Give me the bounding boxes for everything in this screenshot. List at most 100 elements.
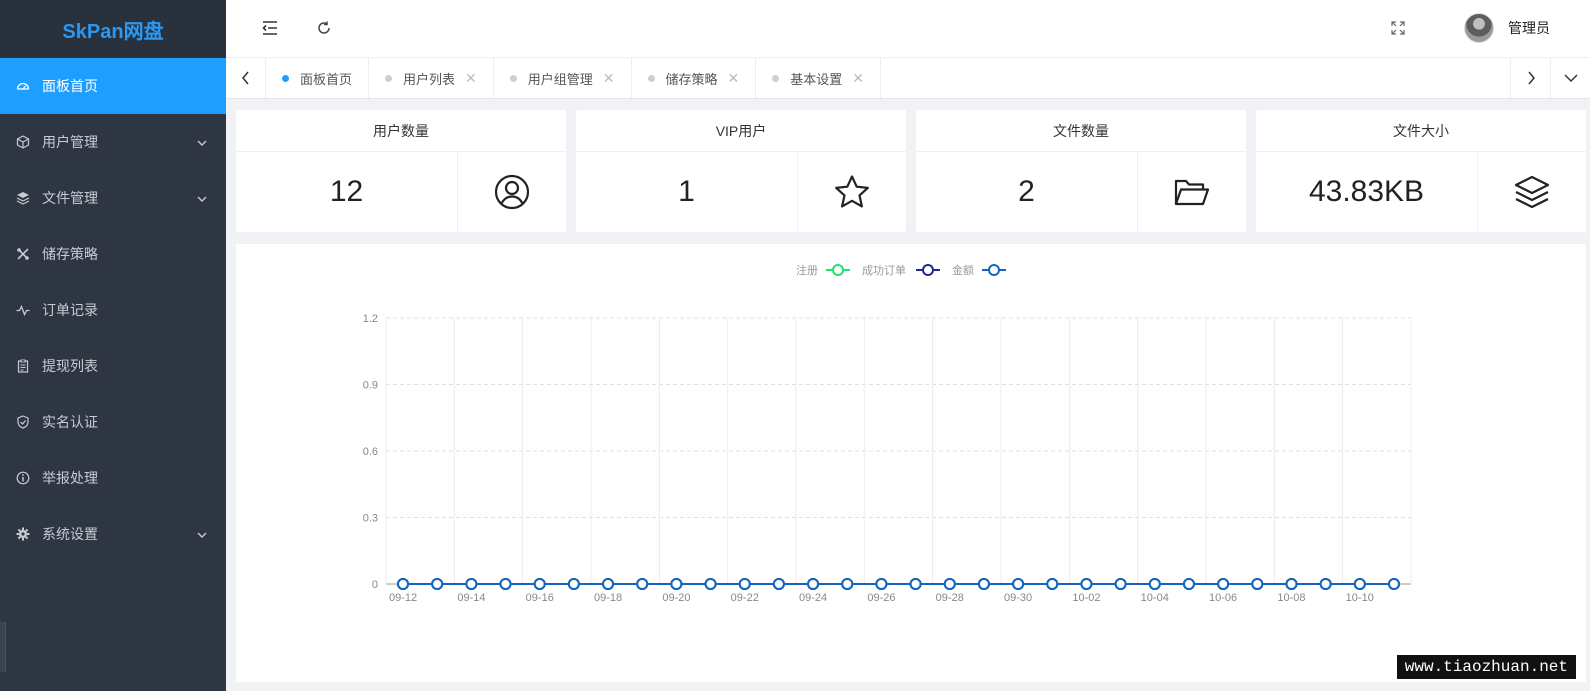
tab-0[interactable]: 面板首页 bbox=[266, 58, 370, 98]
stat-card: 文件大小 43.83KB bbox=[1256, 110, 1586, 232]
tools-icon bbox=[16, 247, 30, 261]
sidebar: SkPan网盘 面板首页用户管理文件管理储存策略订单记录提现列表实名认证举报处理… bbox=[0, 0, 226, 691]
layers-icon bbox=[1478, 152, 1586, 232]
sidebar-item-7[interactable]: 举报处理 bbox=[0, 450, 226, 506]
tab-label: 基本设置 bbox=[790, 71, 843, 87]
legend-marker bbox=[922, 264, 934, 276]
sidebar-item-label: 实名认证 bbox=[42, 414, 98, 430]
username[interactable]: 管理员 bbox=[1508, 18, 1550, 38]
gear-icon bbox=[16, 527, 30, 541]
data-point bbox=[841, 578, 854, 590]
pulse-icon bbox=[16, 303, 30, 317]
x-tick-label: 09-30 bbox=[1004, 592, 1032, 604]
tab-status-dot bbox=[509, 74, 517, 82]
y-tick-label: 1.2 bbox=[363, 313, 378, 325]
tab-status-dot bbox=[647, 74, 655, 82]
x-tick-label: 10-02 bbox=[1072, 592, 1100, 604]
top-header: 管理员 bbox=[226, 0, 1590, 58]
menu-fold-icon bbox=[262, 21, 277, 35]
watermark: www.tiaozhuan.net bbox=[1396, 655, 1576, 679]
chevron-down-icon bbox=[196, 528, 208, 540]
sidebar-item-label: 用户管理 bbox=[42, 134, 98, 150]
tab-4[interactable]: 基本设置 ✕ bbox=[756, 58, 882, 98]
data-point bbox=[670, 578, 683, 590]
app-logo[interactable]: SkPan网盘 bbox=[0, 0, 226, 58]
y-tick-label: 0.6 bbox=[363, 446, 378, 458]
layers-icon bbox=[16, 191, 30, 205]
statistics-chart: 0 0.3 0.6 0.9 1.2 09-12 09-14 09-16 09-18 09-20 09… bbox=[236, 244, 1586, 682]
data-point bbox=[738, 578, 751, 590]
sidebar-item-2[interactable]: 文件管理 bbox=[0, 170, 226, 226]
y-tick-label: 0 bbox=[372, 579, 378, 591]
x-tick-label: 10-10 bbox=[1346, 592, 1374, 604]
sidebar-item-label: 面板首页 bbox=[42, 78, 98, 94]
y-tick-label: 0.3 bbox=[363, 513, 378, 525]
sidebar-item-4[interactable]: 订单记录 bbox=[0, 282, 226, 338]
close-icon[interactable]: ✕ bbox=[852, 70, 864, 87]
sidebar-item-label: 订单记录 bbox=[42, 302, 98, 318]
data-point bbox=[1319, 578, 1332, 590]
data-point bbox=[533, 578, 546, 590]
sidebar-item-label: 提现列表 bbox=[42, 358, 98, 374]
data-point bbox=[1353, 578, 1366, 590]
avatar[interactable] bbox=[1464, 13, 1494, 43]
clipboard-icon bbox=[16, 359, 30, 373]
data-point bbox=[909, 578, 922, 590]
tab-dropdown-button[interactable] bbox=[1550, 58, 1590, 98]
x-tick-label: 09-20 bbox=[662, 592, 690, 604]
data-point bbox=[807, 578, 820, 590]
tab-3[interactable]: 储存策略 ✕ bbox=[632, 58, 757, 98]
data-point bbox=[943, 578, 956, 590]
stat-card-value: 43.83KB bbox=[1256, 152, 1478, 232]
tab-2[interactable]: 用户组管理 ✕ bbox=[494, 58, 632, 98]
tab-label: 用户列表 bbox=[403, 71, 456, 87]
fullscreen-button[interactable] bbox=[1388, 18, 1408, 38]
stat-card-title: 文件数量 bbox=[916, 110, 1246, 152]
sidebar-item-8[interactable]: 系统设置 bbox=[0, 506, 226, 562]
tab-1[interactable]: 用户列表 ✕ bbox=[369, 58, 494, 98]
sidebar-item-1[interactable]: 用户管理 bbox=[0, 114, 226, 170]
sidebar-item-3[interactable]: 储存策略 bbox=[0, 226, 226, 282]
chevron-down-icon bbox=[196, 136, 208, 148]
sidebar-item-label: 文件管理 bbox=[42, 190, 98, 206]
user-menu[interactable]: 管理员 bbox=[1464, 13, 1550, 43]
legend-marker bbox=[832, 264, 844, 276]
sidebar-item-0[interactable]: 面板首页 bbox=[0, 58, 226, 114]
tab-scroll-left-button[interactable] bbox=[226, 58, 266, 98]
data-point bbox=[1285, 578, 1298, 590]
stat-card-value: 1 bbox=[576, 152, 798, 232]
data-point bbox=[636, 578, 649, 590]
sidebar-item-label: 系统设置 bbox=[42, 526, 98, 542]
chevron-right-icon bbox=[1527, 71, 1535, 85]
tab-bar: 面板首页 用户列表 ✕ 用户组管理 ✕ 储存策略 ✕ 基本设置 ✕ bbox=[226, 58, 1590, 99]
x-tick-label: 09-12 bbox=[389, 592, 417, 604]
close-icon[interactable]: ✕ bbox=[728, 70, 740, 87]
stat-card: 用户数量 12 bbox=[236, 110, 566, 232]
sidebar-item-5[interactable]: 提现列表 bbox=[0, 338, 226, 394]
data-point bbox=[875, 578, 888, 590]
refresh-button[interactable] bbox=[314, 18, 334, 38]
x-tick-label: 09-16 bbox=[526, 592, 554, 604]
menu-toggle-button[interactable] bbox=[260, 18, 280, 38]
close-icon[interactable]: ✕ bbox=[465, 70, 477, 87]
x-tick-label: 09-18 bbox=[594, 592, 622, 604]
stat-card-value: 2 bbox=[916, 152, 1138, 232]
close-icon[interactable]: ✕ bbox=[603, 70, 615, 87]
data-point bbox=[977, 578, 990, 590]
sidebar-item-6[interactable]: 实名认证 bbox=[0, 394, 226, 450]
stats-cards: 用户数量 12 VIP用户 1 文件数量 2 文件大小 43.83KB bbox=[236, 110, 1586, 232]
dashboard-icon bbox=[16, 79, 30, 93]
data-point bbox=[465, 578, 478, 590]
tab-scroll-right-button[interactable] bbox=[1510, 58, 1550, 98]
tab-label: 储存策略 bbox=[665, 71, 718, 87]
stat-card-title: VIP用户 bbox=[576, 110, 906, 152]
sidebar-menu: 面板首页用户管理文件管理储存策略订单记录提现列表实名认证举报处理系统设置 bbox=[0, 58, 226, 562]
tab-label: 用户组管理 bbox=[527, 71, 593, 87]
data-point bbox=[431, 578, 444, 590]
stat-card: 文件数量 2 bbox=[916, 110, 1246, 232]
x-tick-label: 09-24 bbox=[799, 592, 827, 604]
side-handle[interactable] bbox=[0, 622, 6, 672]
tab-status-dot bbox=[385, 74, 393, 82]
x-tick-label: 10-06 bbox=[1209, 592, 1237, 604]
data-point bbox=[1114, 578, 1127, 590]
